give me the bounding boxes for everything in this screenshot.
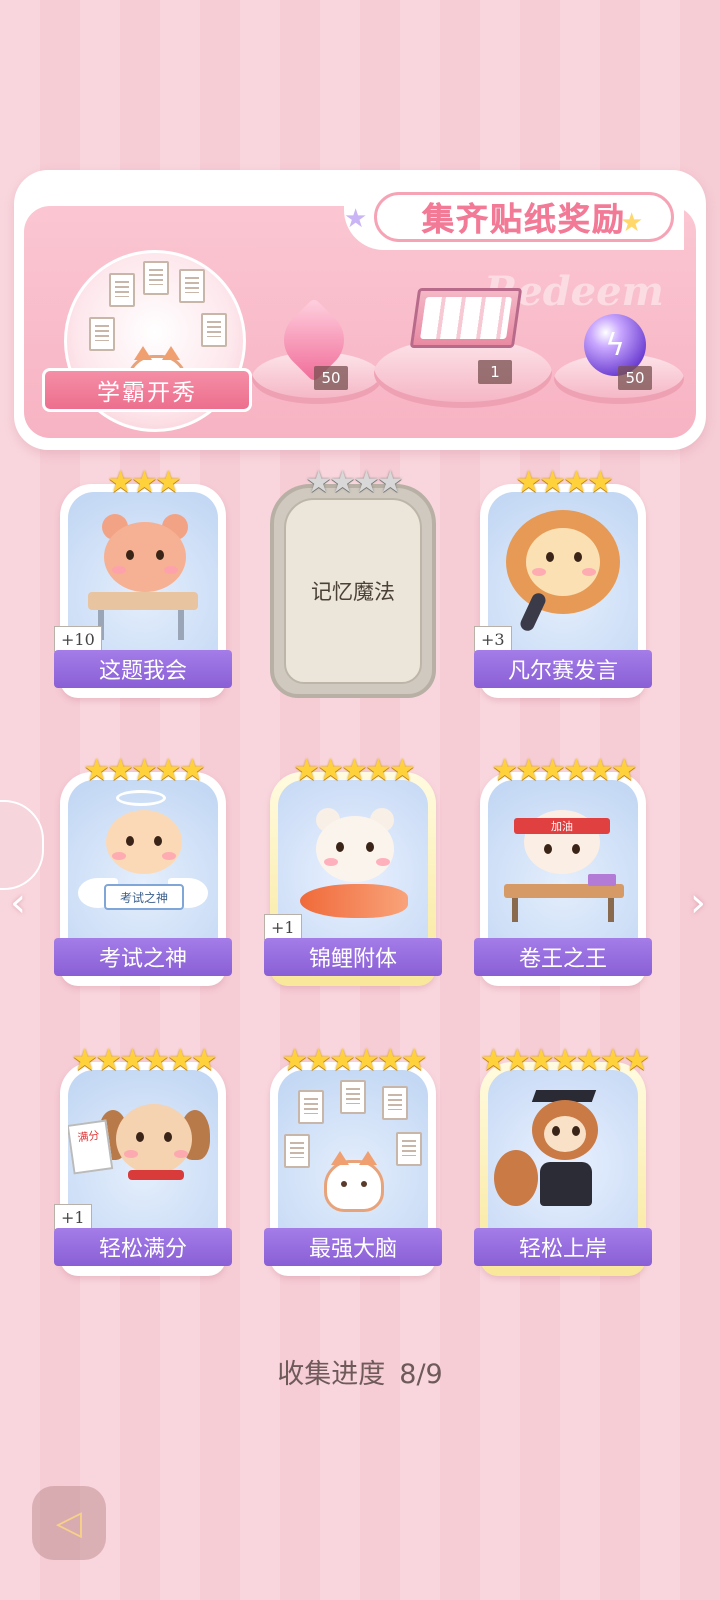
star-rating: ★★★ bbox=[107, 465, 182, 500]
sticker-card[interactable]: 满分 ★★★★★★ +1 轻松满分 bbox=[54, 1044, 232, 1276]
locked-sticker-frame: 记忆魔法 bbox=[270, 484, 436, 698]
sticker-card[interactable]: ★★★★ +3 凡尔赛发言 bbox=[474, 466, 652, 698]
paper-icon bbox=[109, 273, 135, 307]
puppy-head-icon bbox=[116, 1104, 192, 1174]
paper-icon bbox=[179, 269, 205, 303]
star-rating: ★★★★★★ bbox=[71, 1043, 217, 1078]
sticker-label: 轻松上岸 bbox=[474, 1228, 652, 1266]
sticker-label: 卷王之王 bbox=[474, 938, 652, 976]
star-decoration-icon: ★ bbox=[620, 208, 644, 238]
reward-count: 1 bbox=[478, 360, 512, 384]
gift-box-icon[interactable] bbox=[409, 288, 523, 348]
sticker-art: 考试之神 bbox=[68, 780, 218, 952]
showcase-label: 学霸开秀 bbox=[42, 368, 252, 412]
koi-fish-icon bbox=[300, 884, 408, 918]
reward-podium bbox=[374, 338, 552, 408]
paper-icon bbox=[298, 1090, 324, 1124]
book-icon bbox=[588, 874, 616, 886]
squirrel-tail-icon bbox=[494, 1150, 538, 1206]
star-rating: ★★★★★ bbox=[83, 753, 205, 788]
sticker-art: 加油 bbox=[488, 780, 638, 952]
cat-mascot-icon bbox=[324, 1151, 384, 1212]
paper-icon bbox=[340, 1080, 366, 1114]
sticker-card[interactable]: 加油 ★★★★★★ 卷王之王 bbox=[474, 754, 652, 986]
star-rating: ★★★★★★★ bbox=[480, 1043, 650, 1078]
sticker-card[interactable]: ★★★★★★ 最强大脑 bbox=[264, 1044, 442, 1276]
back-button[interactable]: ◁ bbox=[32, 1486, 106, 1560]
sticker-card[interactable]: ★★★ +10 这题我会 bbox=[54, 466, 232, 698]
prev-page-arrow-icon[interactable]: ‹ bbox=[10, 880, 26, 926]
paper-icon bbox=[284, 1134, 310, 1168]
sticker-label: 最强大脑 bbox=[264, 1228, 442, 1266]
back-arrow-icon: ◁ bbox=[55, 1503, 83, 1543]
sticker-card[interactable]: ★★★★★★★ 轻松上岸 bbox=[474, 1044, 652, 1276]
sign-board: 考试之神 bbox=[104, 884, 184, 910]
paper-icon bbox=[201, 313, 227, 347]
paper-icon bbox=[382, 1086, 408, 1120]
count-badge: +10 bbox=[54, 626, 102, 652]
sticker-art bbox=[488, 1070, 638, 1242]
star-rating: ★★★★★★ bbox=[491, 753, 637, 788]
sticker-card[interactable]: ★★★★★ +1 锦鲤附体 bbox=[264, 754, 442, 986]
locked-sticker-label: 记忆魔法 bbox=[284, 498, 422, 684]
star-rating: ★★★★ bbox=[515, 465, 614, 500]
progress-value: 8/9 bbox=[399, 1359, 443, 1390]
count-badge: +1 bbox=[54, 1204, 92, 1230]
sticker-label: 考试之神 bbox=[54, 938, 232, 976]
test-paper-icon: 满分 bbox=[68, 1119, 114, 1175]
side-panel-tab[interactable] bbox=[0, 800, 44, 890]
sticker-label: 轻松满分 bbox=[54, 1228, 232, 1266]
sticker-card[interactable]: 考试之神 ★★★★★ 考试之神 bbox=[54, 754, 232, 986]
collection-progress: 收集进度 8/9 bbox=[0, 1352, 720, 1391]
sticker-card-locked[interactable]: 记忆魔法 ★★★★ bbox=[270, 466, 436, 698]
reward-count: 50 bbox=[618, 366, 652, 390]
count-badge: +1 bbox=[264, 914, 302, 940]
paper-icon bbox=[143, 261, 169, 295]
desk-icon bbox=[88, 592, 198, 610]
progress-label: 收集进度 bbox=[277, 1359, 386, 1390]
cat-head-icon bbox=[106, 810, 182, 874]
star-decoration-icon: ★ bbox=[344, 204, 368, 234]
paper-icon bbox=[89, 317, 115, 351]
sticker-label: 凡尔赛发言 bbox=[474, 650, 652, 688]
sticker-art bbox=[278, 1070, 428, 1242]
bear-head-icon bbox=[104, 522, 186, 592]
reward-banner: Redeem 集齐贴纸奖励 ★ ★ 学霸开秀 50 1 ϟ 50 bbox=[14, 170, 706, 450]
graduation-gown-icon bbox=[540, 1162, 592, 1206]
desk-icon bbox=[504, 884, 624, 898]
star-rating: ★★★★★★ bbox=[281, 1043, 427, 1078]
paper-icon bbox=[396, 1132, 422, 1166]
headband: 加油 bbox=[514, 818, 610, 834]
reward-count: 50 bbox=[314, 366, 348, 390]
star-rating: ★★★★ bbox=[305, 465, 404, 500]
star-rating: ★★★★★ bbox=[293, 753, 415, 788]
lion-head-icon bbox=[526, 528, 600, 596]
next-page-arrow-icon[interactable]: › bbox=[690, 880, 706, 926]
sticker-label: 锦鲤附体 bbox=[264, 938, 442, 976]
polar-bear-head-icon bbox=[316, 816, 394, 882]
collar-icon bbox=[128, 1170, 184, 1180]
halo-icon bbox=[116, 790, 166, 806]
sticker-label: 这题我会 bbox=[54, 650, 232, 688]
count-badge: +3 bbox=[474, 626, 512, 652]
